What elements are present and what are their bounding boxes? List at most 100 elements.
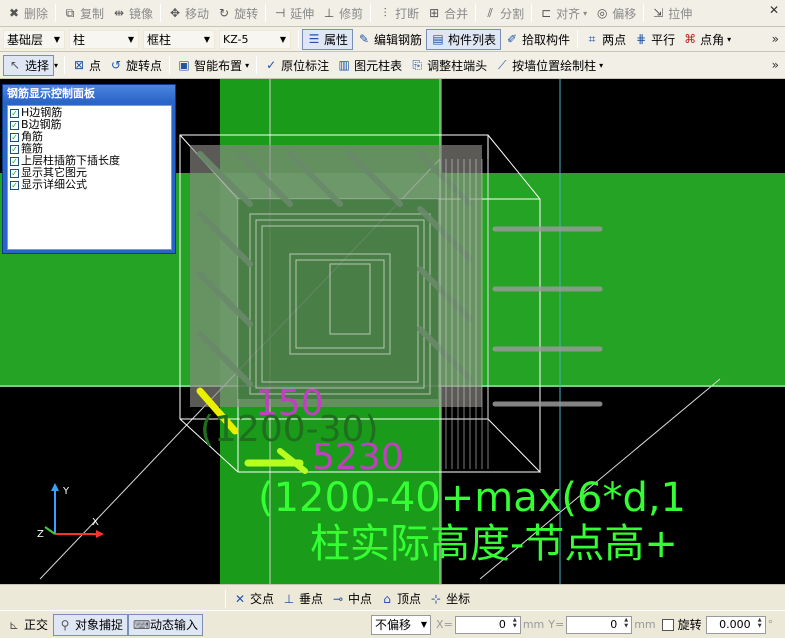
table-icon: ▥	[338, 58, 350, 72]
parallel-button[interactable]: ⋕ 平行	[630, 29, 679, 50]
ortho-toggle[interactable]: ⊾ 正交	[2, 614, 53, 636]
delete-button[interactable]: ✖ 删除	[3, 3, 52, 24]
offset-button[interactable]: ◎ 偏移	[591, 3, 640, 24]
separator	[531, 4, 533, 22]
dim-label-5230: 5230	[312, 437, 404, 478]
checkbox-show-detailed-formula[interactable]: ✓ 显示详细公式	[8, 179, 171, 191]
axis-gizmo: Y X Z	[37, 483, 104, 540]
chevron-down-icon: ▼	[127, 34, 135, 44]
y-coordinate-input[interactable]: 0	[566, 615, 633, 634]
dynamic-input-toggle[interactable]: ⌨ 动态输入	[128, 613, 204, 636]
list-icon: ▤	[432, 32, 444, 46]
x-coordinate-input[interactable]: 0	[454, 615, 521, 634]
stretch-button[interactable]: ⇲ 拉伸	[647, 3, 696, 24]
ortho-icon: ⊾	[8, 617, 20, 632]
rotate-button[interactable]: ↻ 旋转	[213, 3, 262, 24]
extend-icon: ⊣	[274, 6, 286, 20]
midpoint-icon: ⊸	[333, 591, 344, 606]
original-annotation-button[interactable]: ✓ 原位标注	[260, 55, 333, 76]
status-bar: ⊾正交 ⚲对象捕捉 ⌨动态输入 不偏移▼ X= 0 mm Y= 0 mm 旋转 …	[0, 610, 785, 638]
align-button[interactable]: ⊏ 对齐 ▾	[535, 3, 591, 24]
extend-button[interactable]: ⊣ 延伸	[269, 3, 318, 24]
two-point-icon: ⌗	[588, 32, 596, 46]
rotate-point-button[interactable]: ↺ 旋转点	[105, 55, 166, 76]
snap-toolbar: ✕ 交点 ⊥ 垂点 ⊸ 中点 ⌂ 顶点 ⊹ 坐标	[0, 584, 785, 610]
snap-vertex-button[interactable]: ⌂ 顶点	[376, 588, 425, 609]
close-icon[interactable]: ✕	[769, 4, 781, 16]
axis-z-label: Z	[37, 529, 44, 540]
separator	[475, 4, 477, 22]
merge-button[interactable]: ⊞ 合并	[423, 3, 472, 24]
pick-component-button[interactable]: ✐ 拾取构件	[501, 29, 574, 50]
check-icon: ✓	[10, 156, 19, 166]
rotate-icon: ↻	[219, 6, 230, 20]
pencil-icon: ✎	[358, 32, 370, 46]
axis-y-label: Y	[62, 486, 70, 497]
select-dropdown-icon[interactable]: ▾	[54, 61, 58, 70]
snap-icon: ⚲	[60, 617, 70, 632]
mirror-icon: ⇹	[114, 6, 125, 20]
chevron-down-icon: ▼	[420, 620, 428, 629]
split-button[interactable]: ⫽ 分割	[479, 3, 528, 24]
column-core	[238, 199, 438, 399]
mirror-button[interactable]: ⇹ 镜像	[108, 3, 157, 24]
check-icon: ✓	[10, 132, 19, 142]
column-table-button[interactable]: ▥ 图元柱表	[333, 55, 406, 76]
draw-by-wall-button[interactable]: ⟋ 按墙位置绘制柱 ▾	[491, 55, 607, 76]
overflow-chevron-icon[interactable]: »	[772, 58, 779, 72]
separator	[256, 56, 258, 74]
rotate-checkbox[interactable]	[661, 618, 674, 631]
trim-icon: ⊥	[323, 6, 335, 20]
element-select[interactable]: KZ-5 ▼	[219, 29, 291, 49]
annotation-icon: ✓	[266, 58, 277, 72]
two-point-button[interactable]: ⌗ 两点	[581, 29, 630, 50]
break-button[interactable]: ⫶ 打断	[374, 3, 423, 24]
stretch-icon: ⇲	[653, 6, 664, 20]
check-icon: ✓	[10, 168, 19, 178]
separator	[160, 4, 162, 22]
snap-coordinate-button[interactable]: ⊹ 坐标	[425, 588, 474, 609]
align-icon: ⊏	[541, 6, 552, 20]
offset-mode-select[interactable]: 不偏移 ▼	[371, 614, 432, 635]
x-unit: mm	[522, 618, 545, 631]
draw-toolbar: ↖ 选择 ▾ ⊠ 点 ↺ 旋转点 ▣ 智能布置 ▾ ✓ 原位标注 ▥ 图元柱表 ⎘ 调整柱端头 …	[0, 52, 785, 79]
copy-button[interactable]: ⧉ 复制	[59, 3, 108, 24]
point-button[interactable]: ⊠ 点	[68, 55, 105, 76]
adjust-column-end-button[interactable]: ⎘ 调整柱端头	[406, 55, 491, 76]
smart-layout-button[interactable]: ▣ 智能布置 ▾	[173, 55, 253, 76]
split-icon: ⫽	[487, 6, 493, 20]
break-icon: ⫶	[383, 6, 387, 20]
check-icon: ✓	[10, 180, 19, 190]
chevron-down-icon: ▼	[53, 34, 61, 44]
property-button[interactable]: ☰ 属性	[302, 28, 354, 50]
point-angle-icon: ⌘	[684, 32, 697, 46]
copy-icon: ⧉	[65, 6, 75, 20]
snap-intersection-button[interactable]: ✕ 交点	[229, 588, 278, 609]
offset-icon: ◎	[596, 6, 608, 20]
property-icon: ☰	[308, 32, 320, 46]
coordinate-icon: ⊹	[431, 591, 442, 606]
draw-wall-icon: ⟋	[497, 58, 507, 72]
check-icon: ✓	[10, 120, 19, 130]
snap-perpendicular-button[interactable]: ⊥ 垂点	[278, 588, 327, 609]
column-height-label: 柱实际高度-节点高+	[310, 521, 678, 567]
chevron-down-icon: ▼	[203, 34, 211, 44]
snap-midpoint-button[interactable]: ⊸ 中点	[327, 588, 376, 609]
overflow-chevron-icon[interactable]: »	[772, 32, 779, 46]
object-snap-toggle[interactable]: ⚲ 对象捕捉	[53, 613, 129, 636]
point-icon: ⊠	[74, 58, 85, 72]
component-list-button[interactable]: ▤ 构件列表	[426, 28, 502, 50]
select-button[interactable]: ↖ 选择	[3, 54, 55, 76]
vertex-icon: ⌂	[383, 591, 391, 606]
rotate-point-icon: ↺	[111, 58, 122, 72]
separator	[169, 56, 171, 74]
type-select[interactable]: 框柱 ▼	[143, 29, 215, 49]
edit-rebar-button[interactable]: ✎ 编辑钢筋	[353, 29, 426, 50]
floor-select[interactable]: 基础层 ▼	[3, 29, 65, 49]
move-button[interactable]: ✥ 移动	[164, 3, 213, 24]
rotate-angle-input[interactable]: 0.000	[705, 615, 766, 634]
trim-button[interactable]: ⊥ 修剪	[318, 3, 367, 24]
category-select[interactable]: 柱 ▼	[69, 29, 139, 49]
separator	[55, 4, 57, 22]
point-angle-button[interactable]: ⌘ 点角 ▾	[679, 29, 735, 50]
